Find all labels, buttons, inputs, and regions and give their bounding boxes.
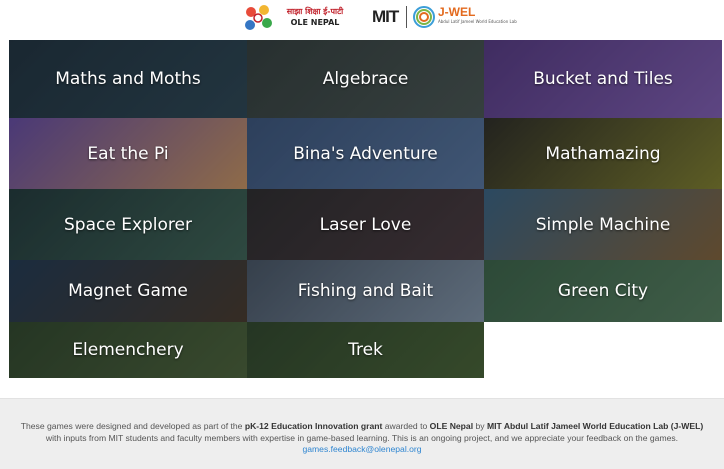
game-tile-bucket-and-tiles[interactable]: Bucket and Tiles: [484, 40, 722, 118]
site-footer: These games were designed and developed …: [0, 398, 724, 469]
game-title: Trek: [348, 340, 383, 360]
game-title: Laser Love: [319, 214, 412, 235]
mit-logo: MIT: [372, 7, 399, 26]
footer-description: These games were designed and developed …: [12, 421, 712, 444]
game-tile-trek[interactable]: Trek: [247, 322, 484, 378]
footer-text-2: awarded to: [382, 421, 430, 431]
game-title: Green City: [557, 281, 649, 301]
game-title: Maths and Moths: [55, 69, 201, 89]
game-tile-laser-love[interactable]: Laser Love: [247, 189, 484, 260]
game-tile-elemenchery[interactable]: Elemenchery: [9, 322, 247, 378]
jwel-wordmark: J-WEL Abdul Latif Jameel World Education…: [438, 6, 517, 26]
game-title: Mathamazing: [545, 143, 661, 164]
footer-text-1: These games were designed and developed …: [20, 421, 245, 431]
game-tile-magnet-game[interactable]: Magnet Game: [9, 260, 247, 322]
game-title: Magnet Game: [68, 281, 188, 301]
footer-lab: MIT Abdul Latif Jameel World Education L…: [486, 421, 704, 431]
feedback-email-link[interactable]: games.feedback@olenepal.org: [12, 444, 712, 455]
jwel-logo-icon: [413, 6, 435, 28]
game-title: Bina's Adventure: [293, 143, 438, 164]
game-title: Algebrace: [322, 69, 409, 89]
game-title: Space Explorer: [64, 214, 192, 235]
game-title: Fishing and Bait: [297, 281, 434, 301]
header-divider: [406, 6, 407, 28]
footer-org: OLE Nepal: [429, 421, 474, 431]
game-title: Elemenchery: [72, 340, 184, 360]
game-tile-space-explorer[interactable]: Space Explorer: [9, 189, 247, 260]
game-tile-maths-and-moths[interactable]: Maths and Moths: [9, 40, 247, 118]
game-tile-bina-s-adventure[interactable]: Bina's Adventure: [247, 118, 484, 189]
game-tile-eat-the-pi[interactable]: Eat the Pi: [9, 118, 247, 189]
ole-nepal-wordmark: साझा शिक्षा ई-पाटी OLE NEPAL: [280, 6, 350, 28]
game-title: Simple Machine: [535, 214, 671, 235]
jwel-subtitle: Abdul Latif Jameel World Education Lab: [438, 19, 517, 24]
site-header: साझा शिक्षा ई-पाटी OLE NEPAL MIT J-WEL A…: [0, 0, 724, 38]
ole-nepali-name: साझा शिक्षा ई-पाटी: [286, 7, 344, 16]
footer-text-4: with inputs from MIT students and facult…: [45, 432, 679, 443]
footer-grant: pK-12 Education Innovation grant: [244, 421, 383, 431]
ole-name: OLE NEPAL: [290, 18, 340, 27]
game-title: Eat the Pi: [87, 143, 169, 164]
footer-text-3: by: [473, 421, 487, 431]
game-tile-mathamazing[interactable]: Mathamazing: [484, 118, 722, 189]
game-tile-simple-machine[interactable]: Simple Machine: [484, 189, 722, 260]
ole-nepal-logo-icon: [245, 5, 272, 30]
game-tile-fishing-and-bait[interactable]: Fishing and Bait: [247, 260, 484, 322]
game-tile-algebrace[interactable]: Algebrace: [247, 40, 484, 118]
games-grid: Maths and Moths Algebrace Bucket and Tiles…: [9, 40, 722, 378]
jwel-name: J-WEL: [438, 5, 476, 19]
game-title: Bucket and Tiles: [533, 69, 673, 89]
game-tile-green-city[interactable]: Green City: [484, 260, 722, 322]
